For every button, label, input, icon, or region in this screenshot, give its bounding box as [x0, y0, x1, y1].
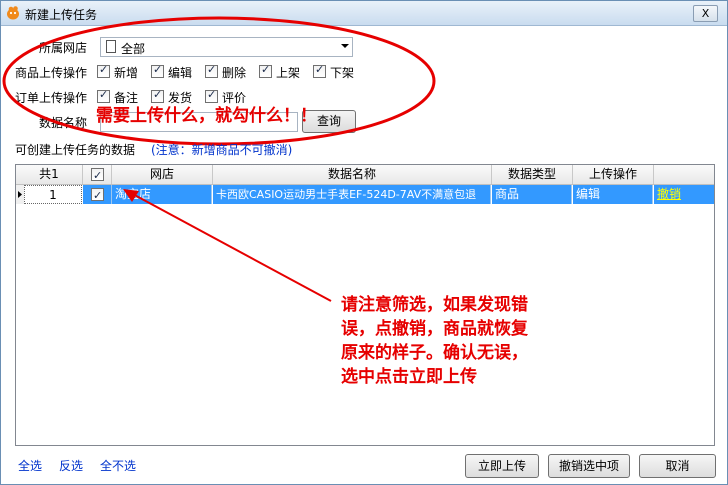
dialog-window: 新建上传任务 X 所属网店 全部 商品上传操作 新增 编辑 删除 上架 下架 订… — [0, 0, 728, 485]
annotation-line: 请注意筛选，如果发现错 — [341, 295, 528, 315]
annotation-line: 选中点击立即上传 — [341, 367, 477, 387]
cancel-selected-button[interactable]: 撤销选中项 — [548, 454, 630, 478]
upload-now-button[interactable]: 立即上传 — [465, 454, 539, 478]
cancel-button[interactable]: 取消 — [639, 454, 716, 478]
annotation-line: 误，点撤销，商品就恢复 — [341, 319, 528, 339]
invert-selection-link[interactable]: 反选 — [59, 457, 83, 474]
annotation-bottom-text: 请注意筛选，如果发现错 误，点撤销，商品就恢复 原来的样子。确认无误， 选中点击… — [341, 293, 528, 389]
select-none-link[interactable]: 全不选 — [100, 457, 136, 474]
annotation-arrow — [123, 189, 332, 302]
annotation-line: 原来的样子。确认无误， — [341, 343, 528, 363]
select-all-link[interactable]: 全选 — [18, 457, 42, 474]
